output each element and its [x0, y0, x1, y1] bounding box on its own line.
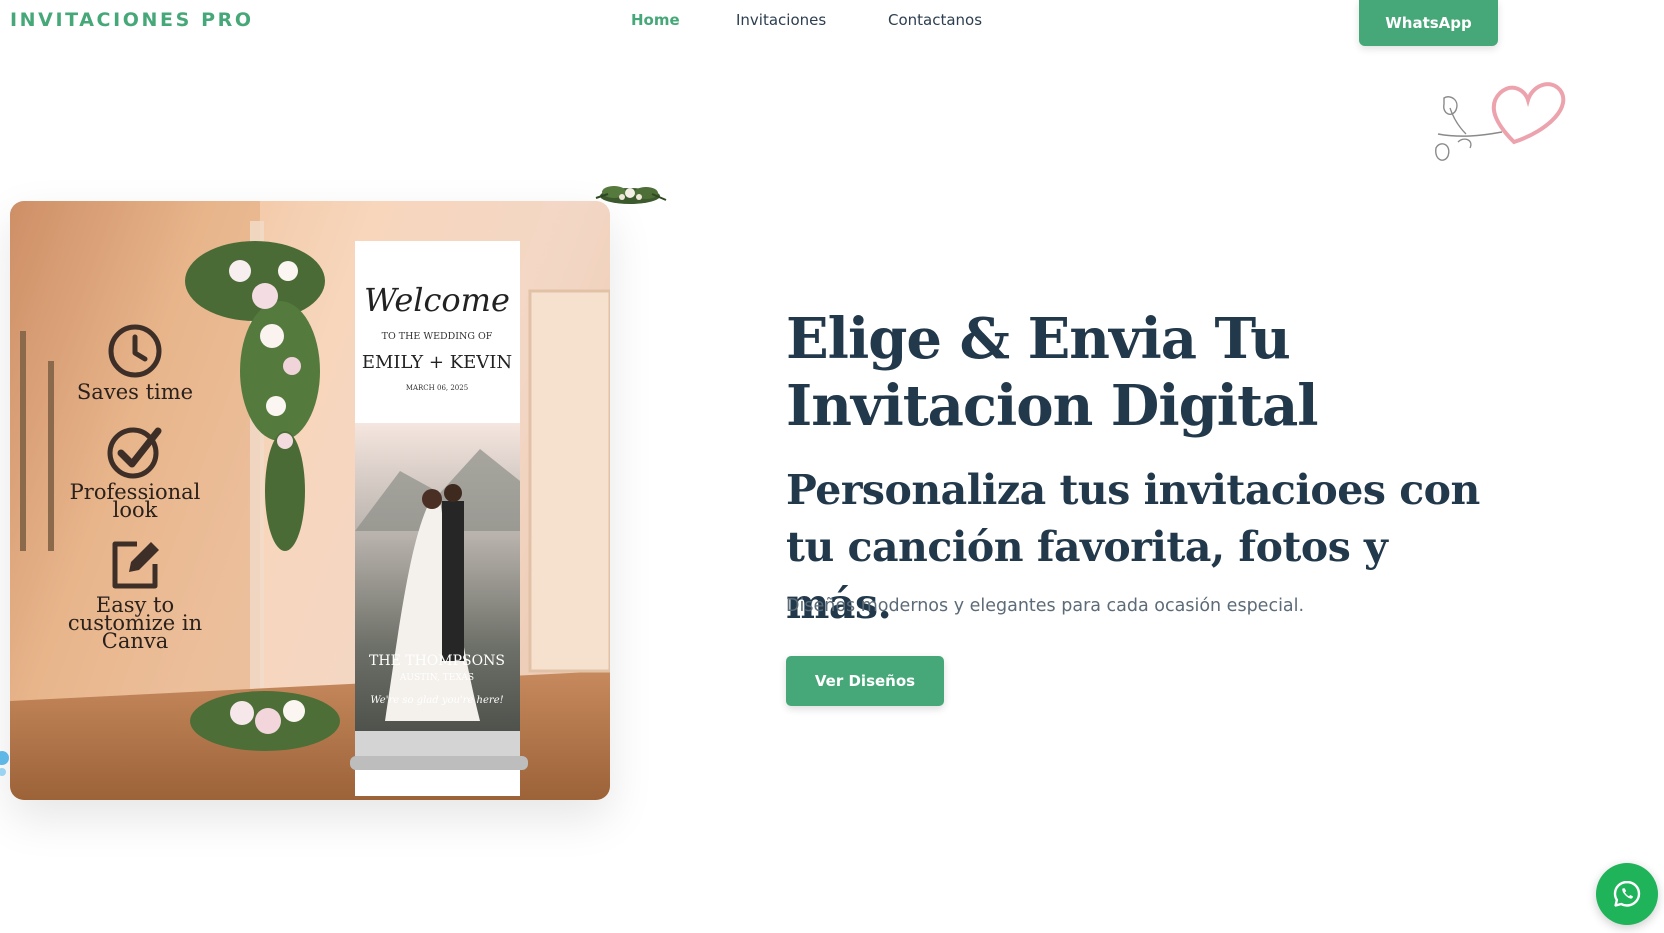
- edit-icon: [112, 541, 159, 589]
- heart-flower-icon: [1435, 82, 1566, 161]
- feature-professional-look: Professional look: [50, 423, 220, 522]
- ver-disenos-button[interactable]: Ver Diseños: [786, 656, 944, 706]
- whatsapp-float-button[interactable]: [1596, 863, 1658, 925]
- nav-contactanos-link[interactable]: Contactanos: [888, 11, 982, 29]
- feature-saves-time: Saves time: [50, 323, 220, 404]
- whatsapp-button[interactable]: WhatsApp: [1359, 0, 1498, 46]
- check-circle-icon: [107, 427, 162, 479]
- navbar: INVITACIONES PRO Home Invitaciones Conta…: [0, 0, 1664, 46]
- banner-welcome: Welcome: [364, 281, 510, 319]
- feature-label: Easy to customize in Canva: [67, 593, 203, 653]
- banner-closing: We're so glad you're here!: [370, 695, 503, 706]
- banner-family: THE THOMPSONS: [369, 653, 505, 669]
- whatsapp-icon: [1613, 880, 1641, 907]
- banner-to-the-wedding: TO THE WEDDING OF: [382, 331, 493, 342]
- hero-description: Diseños modernos y elegantes para cada o…: [786, 596, 1305, 616]
- feature-easy-customize: Easy to customize in Canva: [50, 536, 220, 653]
- clock-icon: [108, 324, 162, 378]
- banner-date: MARCH 06, 2025: [406, 384, 468, 392]
- feature-label: Professional look: [69, 480, 201, 522]
- banner-names: EMILY + KEVIN: [362, 352, 512, 373]
- nav-invitaciones-link[interactable]: Invitaciones: [736, 11, 826, 29]
- hero-title: Elige & Envia Tu Invitacion Digital: [786, 306, 1319, 439]
- brand-logo[interactable]: INVITACIONES PRO: [10, 9, 254, 31]
- hero-image-card: Welcome TO THE WEDDING OF EMILY + KEVIN …: [10, 201, 610, 800]
- decorative-flower: [0, 751, 9, 776]
- nav-home-link[interactable]: Home: [631, 11, 680, 29]
- feature-label: Saves time: [76, 380, 194, 404]
- banner-location: AUSTIN, TEXAS: [399, 673, 474, 683]
